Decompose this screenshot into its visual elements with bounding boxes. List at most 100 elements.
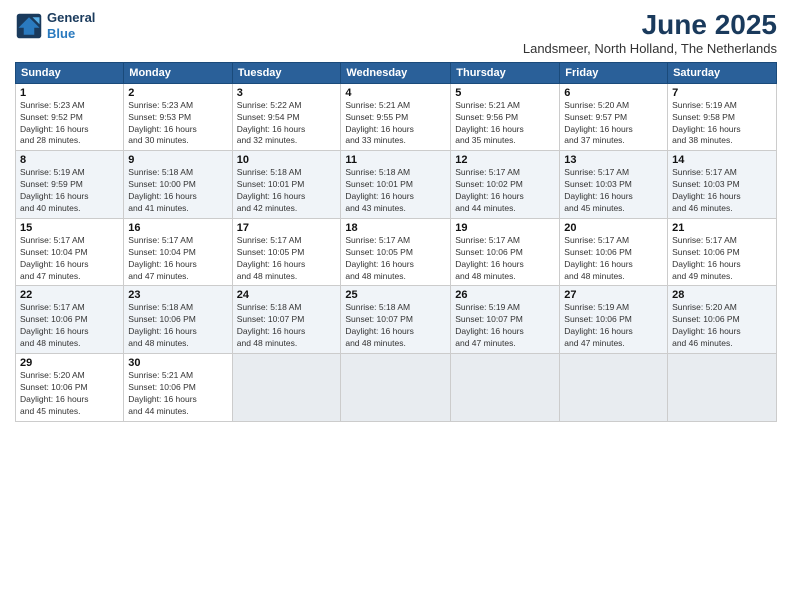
day-number: 9 <box>128 154 227 166</box>
day-number: 23 <box>128 289 227 301</box>
week-row-2: 15 Sunrise: 5:17 AM Sunset: 10:04 PM Dayl… <box>16 218 777 286</box>
col-header-monday: Monday <box>124 62 232 83</box>
day-info: Sunrise: 5:20 AM Sunset: 10:06 PM Daylig… <box>20 370 119 418</box>
day-info: Sunrise: 5:21 AM Sunset: 9:55 PM Dayligh… <box>345 100 446 148</box>
day-number: 20 <box>564 222 663 234</box>
day-number: 8 <box>20 154 119 166</box>
day-number: 5 <box>455 87 555 99</box>
day-number: 14 <box>672 154 772 166</box>
week-row-0: 1Sunrise: 5:23 AM Sunset: 9:52 PM Daylig… <box>16 83 777 151</box>
day-info: Sunrise: 5:17 AM Sunset: 10:05 PM Daylig… <box>345 235 446 283</box>
empty-cell <box>232 354 341 422</box>
day-cell-5: 5Sunrise: 5:21 AM Sunset: 9:56 PM Daylig… <box>451 83 560 151</box>
day-info: Sunrise: 5:17 AM Sunset: 10:03 PM Daylig… <box>564 167 663 215</box>
day-number: 1 <box>20 87 119 99</box>
day-info: Sunrise: 5:19 AM Sunset: 10:06 PM Daylig… <box>564 302 663 350</box>
day-number: 27 <box>564 289 663 301</box>
day-cell-12: 12Sunrise: 5:17 AM Sunset: 10:02 PM Dayl… <box>451 151 560 219</box>
day-cell-26: 26Sunrise: 5:19 AM Sunset: 10:07 PM Dayl… <box>451 286 560 354</box>
day-cell-27: 27Sunrise: 5:19 AM Sunset: 10:06 PM Dayl… <box>560 286 668 354</box>
day-info: Sunrise: 5:23 AM Sunset: 9:53 PM Dayligh… <box>128 100 227 148</box>
location: Landsmeer, North Holland, The Netherland… <box>523 41 777 56</box>
day-cell-18: 18Sunrise: 5:17 AM Sunset: 10:05 PM Dayl… <box>341 218 451 286</box>
col-header-thursday: Thursday <box>451 62 560 83</box>
day-info: Sunrise: 5:17 AM Sunset: 10:06 PM Daylig… <box>672 235 772 283</box>
day-number: 19 <box>455 222 555 234</box>
day-cell-24: 24Sunrise: 5:18 AM Sunset: 10:07 PM Dayl… <box>232 286 341 354</box>
day-cell-28: 28Sunrise: 5:20 AM Sunset: 10:06 PM Dayl… <box>668 286 777 354</box>
day-cell-2: 2Sunrise: 5:23 AM Sunset: 9:53 PM Daylig… <box>124 83 232 151</box>
day-info: Sunrise: 5:17 AM Sunset: 10:06 PM Daylig… <box>20 302 119 350</box>
day-number: 10 <box>237 154 337 166</box>
day-cell-29: 29Sunrise: 5:20 AM Sunset: 10:06 PM Dayl… <box>16 354 124 422</box>
week-row-1: 8Sunrise: 5:19 AM Sunset: 9:59 PM Daylig… <box>16 151 777 219</box>
empty-cell <box>451 354 560 422</box>
day-number: 18 <box>345 222 446 234</box>
day-number: 13 <box>564 154 663 166</box>
day-cell-19: 19Sunrise: 5:17 AM Sunset: 10:06 PM Dayl… <box>451 218 560 286</box>
day-cell-8: 8Sunrise: 5:19 AM Sunset: 9:59 PM Daylig… <box>16 151 124 219</box>
day-number: 7 <box>672 87 772 99</box>
day-info: Sunrise: 5:17 AM Sunset: 10:02 PM Daylig… <box>455 167 555 215</box>
day-number: 28 <box>672 289 772 301</box>
day-number: 22 <box>20 289 119 301</box>
day-cell-23: 23Sunrise: 5:18 AM Sunset: 10:06 PM Dayl… <box>124 286 232 354</box>
day-cell-13: 13Sunrise: 5:17 AM Sunset: 10:03 PM Dayl… <box>560 151 668 219</box>
day-number: 11 <box>345 154 446 166</box>
day-info: Sunrise: 5:18 AM Sunset: 10:07 PM Daylig… <box>237 302 337 350</box>
day-number: 3 <box>237 87 337 99</box>
logo: General Blue <box>15 10 95 41</box>
day-cell-20: 20Sunrise: 5:17 AM Sunset: 10:06 PM Dayl… <box>560 218 668 286</box>
day-number: 25 <box>345 289 446 301</box>
day-info: Sunrise: 5:17 AM Sunset: 10:06 PM Daylig… <box>455 235 555 283</box>
day-number: 16 <box>128 222 227 234</box>
col-header-wednesday: Wednesday <box>341 62 451 83</box>
day-number: 6 <box>564 87 663 99</box>
day-info: Sunrise: 5:20 AM Sunset: 10:06 PM Daylig… <box>672 302 772 350</box>
empty-cell <box>668 354 777 422</box>
day-cell-1: 1Sunrise: 5:23 AM Sunset: 9:52 PM Daylig… <box>16 83 124 151</box>
header: General Blue June 2025 Landsmeer, North … <box>15 10 777 56</box>
day-cell-14: 14Sunrise: 5:17 AM Sunset: 10:03 PM Dayl… <box>668 151 777 219</box>
day-cell-7: 7Sunrise: 5:19 AM Sunset: 9:58 PM Daylig… <box>668 83 777 151</box>
title-block: June 2025 Landsmeer, North Holland, The … <box>523 10 777 56</box>
day-info: Sunrise: 5:20 AM Sunset: 9:57 PM Dayligh… <box>564 100 663 148</box>
day-info: Sunrise: 5:17 AM Sunset: 10:04 PM Daylig… <box>128 235 227 283</box>
empty-cell <box>560 354 668 422</box>
day-number: 30 <box>128 357 227 369</box>
day-info: Sunrise: 5:18 AM Sunset: 10:01 PM Daylig… <box>345 167 446 215</box>
day-info: Sunrise: 5:19 AM Sunset: 9:59 PM Dayligh… <box>20 167 119 215</box>
day-cell-22: 22Sunrise: 5:17 AM Sunset: 10:06 PM Dayl… <box>16 286 124 354</box>
day-info: Sunrise: 5:17 AM Sunset: 10:06 PM Daylig… <box>564 235 663 283</box>
day-cell-21: 21Sunrise: 5:17 AM Sunset: 10:06 PM Dayl… <box>668 218 777 286</box>
week-row-3: 22Sunrise: 5:17 AM Sunset: 10:06 PM Dayl… <box>16 286 777 354</box>
day-number: 4 <box>345 87 446 99</box>
day-info: Sunrise: 5:18 AM Sunset: 10:06 PM Daylig… <box>128 302 227 350</box>
day-cell-15: 15Sunrise: 5:17 AM Sunset: 10:04 PM Dayl… <box>16 218 124 286</box>
day-cell-11: 11Sunrise: 5:18 AM Sunset: 10:01 PM Dayl… <box>341 151 451 219</box>
day-info: Sunrise: 5:17 AM Sunset: 10:03 PM Daylig… <box>672 167 772 215</box>
day-info: Sunrise: 5:21 AM Sunset: 9:56 PM Dayligh… <box>455 100 555 148</box>
day-number: 29 <box>20 357 119 369</box>
day-info: Sunrise: 5:18 AM Sunset: 10:01 PM Daylig… <box>237 167 337 215</box>
empty-cell <box>341 354 451 422</box>
day-number: 24 <box>237 289 337 301</box>
day-number: 17 <box>237 222 337 234</box>
day-info: Sunrise: 5:19 AM Sunset: 10:07 PM Daylig… <box>455 302 555 350</box>
week-row-4: 29Sunrise: 5:20 AM Sunset: 10:06 PM Dayl… <box>16 354 777 422</box>
calendar-header-row: SundayMondayTuesdayWednesdayThursdayFrid… <box>16 62 777 83</box>
day-number: 15 <box>20 222 119 234</box>
day-number: 26 <box>455 289 555 301</box>
calendar: SundayMondayTuesdayWednesdayThursdayFrid… <box>15 62 777 422</box>
day-number: 21 <box>672 222 772 234</box>
col-header-saturday: Saturday <box>668 62 777 83</box>
col-header-friday: Friday <box>560 62 668 83</box>
col-header-tuesday: Tuesday <box>232 62 341 83</box>
day-info: Sunrise: 5:18 AM Sunset: 10:07 PM Daylig… <box>345 302 446 350</box>
day-info: Sunrise: 5:23 AM Sunset: 9:52 PM Dayligh… <box>20 100 119 148</box>
logo-text: General Blue <box>47 10 95 41</box>
day-cell-17: 17Sunrise: 5:17 AM Sunset: 10:05 PM Dayl… <box>232 218 341 286</box>
day-info: Sunrise: 5:19 AM Sunset: 9:58 PM Dayligh… <box>672 100 772 148</box>
col-header-sunday: Sunday <box>16 62 124 83</box>
day-info: Sunrise: 5:22 AM Sunset: 9:54 PM Dayligh… <box>237 100 337 148</box>
